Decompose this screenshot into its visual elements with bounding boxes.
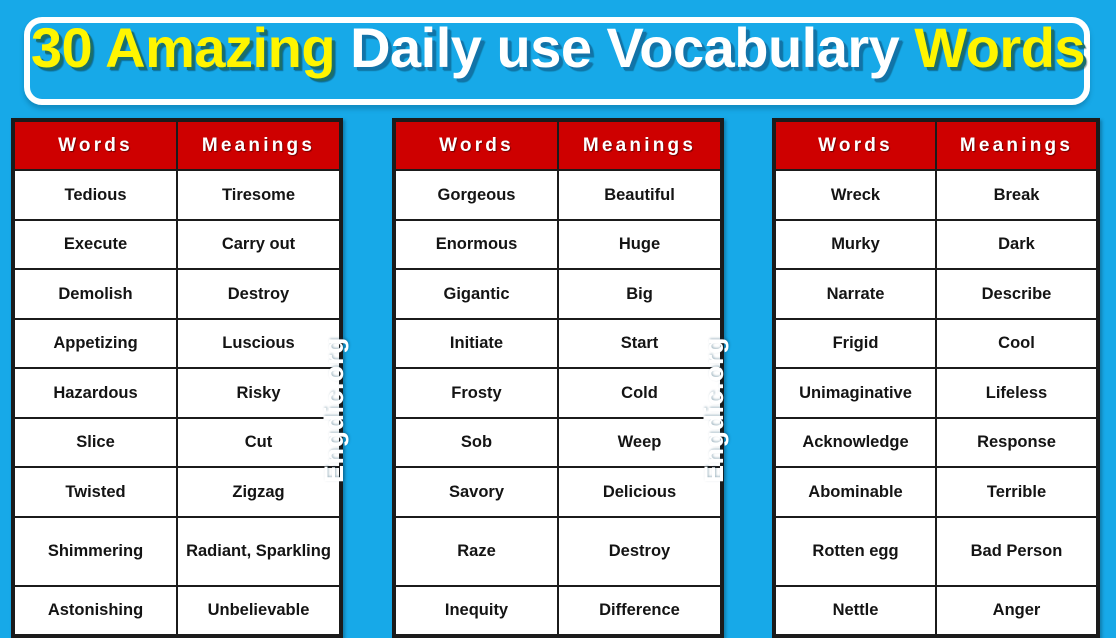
- cell-meaning: Beautiful: [557, 169, 722, 221]
- table-row: Initiate Start: [394, 317, 722, 369]
- cell-meaning: Cool: [935, 317, 1098, 369]
- cell-word: Savory: [394, 466, 559, 518]
- cell-word: Murky: [774, 218, 937, 270]
- table-row: Rotten egg Bad Person: [774, 515, 1098, 587]
- table-header-row: Words Meanings: [13, 120, 341, 171]
- cell-word: Rotten egg: [774, 515, 937, 587]
- cell-meaning: Huge: [557, 218, 722, 270]
- cell-meaning: Tiresome: [176, 169, 341, 221]
- table-row: Tedious Tiresome: [13, 169, 341, 221]
- cell-meaning: Dark: [935, 218, 1098, 270]
- cell-meaning: Luscious: [176, 317, 341, 369]
- cell-meaning: Risky: [176, 367, 341, 419]
- table-row: Frosty Cold: [394, 367, 722, 419]
- title-part-amazing: 30 Amazing: [30, 16, 336, 79]
- cell-word: Frigid: [774, 317, 937, 369]
- cell-word: Initiate: [394, 317, 559, 369]
- column-header-words: Words: [13, 120, 178, 171]
- cell-word: Twisted: [13, 466, 178, 518]
- cell-word: Tedious: [13, 169, 178, 221]
- cell-word: Shimmering: [13, 515, 178, 587]
- cell-word: Unimaginative: [774, 367, 937, 419]
- title-part-daily-use: Daily use Vocabulary: [350, 16, 900, 79]
- column-header-meanings: Meanings: [935, 120, 1098, 171]
- table-header-row: Words Meanings: [774, 120, 1098, 171]
- cell-meaning: Cut: [176, 416, 341, 468]
- cell-meaning: Radiant, Sparkling: [176, 515, 341, 587]
- table-row: Twisted Zigzag: [13, 466, 341, 518]
- table-row: Acknowledge Response: [774, 416, 1098, 468]
- title-part-words: Words: [914, 16, 1086, 79]
- cell-word: Narrate: [774, 268, 937, 320]
- cell-word: Enormous: [394, 218, 559, 270]
- table-header-row: Words Meanings: [394, 120, 722, 171]
- cell-word: Execute: [13, 218, 178, 270]
- table-row: Sob Weep: [394, 416, 722, 468]
- cell-word: Acknowledge: [774, 416, 937, 468]
- table-row: Enormous Huge: [394, 218, 722, 270]
- cell-word: Hazardous: [13, 367, 178, 419]
- cell-word: Abominable: [774, 466, 937, 518]
- cell-word: Frosty: [394, 367, 559, 419]
- watermark-engdic-2: Engdic.org: [699, 337, 729, 483]
- cell-meaning: Destroy: [557, 515, 722, 587]
- vocabulary-table-2: Words Meanings Gorgeous Beautiful Enormous…: [392, 118, 724, 638]
- cell-word: Slice: [13, 416, 178, 468]
- table-row: Abominable Terrible: [774, 466, 1098, 518]
- table-row: Murky Dark: [774, 218, 1098, 270]
- cell-word: Raze: [394, 515, 559, 587]
- table-row: Frigid Cool: [774, 317, 1098, 369]
- cell-word: Appetizing: [13, 317, 178, 369]
- vocabulary-table-3: Words Meanings Wreck Break Murky Dark Narrat…: [772, 118, 1100, 638]
- cell-word: Gorgeous: [394, 169, 559, 221]
- table-row: Gorgeous Beautiful: [394, 169, 722, 221]
- watermark-engdic-1: Engdic.org: [319, 337, 349, 483]
- table-2-body: Gorgeous Beautiful Enormous Huge Gigantic Big…: [394, 169, 722, 636]
- table-row: Gigantic Big: [394, 268, 722, 320]
- column-header-meanings: Meanings: [176, 120, 341, 171]
- page-title: 30 Amazing Daily use Vocabulary Words: [0, 20, 1116, 76]
- cell-word: Wreck: [774, 169, 937, 221]
- table-row: Shimmering Radiant, Sparkling: [13, 515, 341, 587]
- cell-meaning: Describe: [935, 268, 1098, 320]
- table-row: Raze Destroy: [394, 515, 722, 587]
- cell-meaning: Lifeless: [935, 367, 1098, 419]
- cell-meaning: Big: [557, 268, 722, 320]
- cell-meaning: Delicious: [557, 466, 722, 518]
- table-row: Appetizing Luscious: [13, 317, 341, 369]
- table-row: Savory Delicious: [394, 466, 722, 518]
- column-header-meanings: Meanings: [557, 120, 722, 171]
- table-1-body: Tedious Tiresome Execute Carry out Demolish D…: [13, 169, 341, 636]
- table-2: Words Meanings Gorgeous Beautiful Enormous…: [394, 120, 722, 636]
- table-row: Wreck Break: [774, 169, 1098, 221]
- table-row: Execute Carry out: [13, 218, 341, 270]
- cell-meaning: Bad Person: [935, 515, 1098, 587]
- table-3-body: Wreck Break Murky Dark Narrate Describe Frigid…: [774, 169, 1098, 636]
- cell-word: Demolish: [13, 268, 178, 320]
- cell-meaning: Response: [935, 416, 1098, 468]
- cell-meaning: Terrible: [935, 466, 1098, 518]
- table-row: Narrate Describe: [774, 268, 1098, 320]
- table-1: Words Meanings Tedious Tiresome Execute Car…: [13, 120, 341, 636]
- table-3: Words Meanings Wreck Break Murky Dark Narrat…: [774, 120, 1098, 636]
- table-row: Hazardous Risky: [13, 367, 341, 419]
- table-row: Demolish Destroy: [13, 268, 341, 320]
- cell-meaning: Break: [935, 169, 1098, 221]
- vocabulary-table-1: Words Meanings Tedious Tiresome Execute Car…: [11, 118, 343, 638]
- cell-meaning: Cold: [557, 367, 722, 419]
- column-header-words: Words: [394, 120, 559, 171]
- table-row: Unimaginative Lifeless: [774, 367, 1098, 419]
- cell-meaning: Start: [557, 317, 722, 369]
- column-header-words: Words: [774, 120, 937, 171]
- cell-word: Sob: [394, 416, 559, 468]
- cell-meaning: Weep: [557, 416, 722, 468]
- cell-meaning: Destroy: [176, 268, 341, 320]
- table-row: Slice Cut: [13, 416, 341, 468]
- cell-word: Gigantic: [394, 268, 559, 320]
- cell-meaning: Carry out: [176, 218, 341, 270]
- cell-meaning: Zigzag: [176, 466, 341, 518]
